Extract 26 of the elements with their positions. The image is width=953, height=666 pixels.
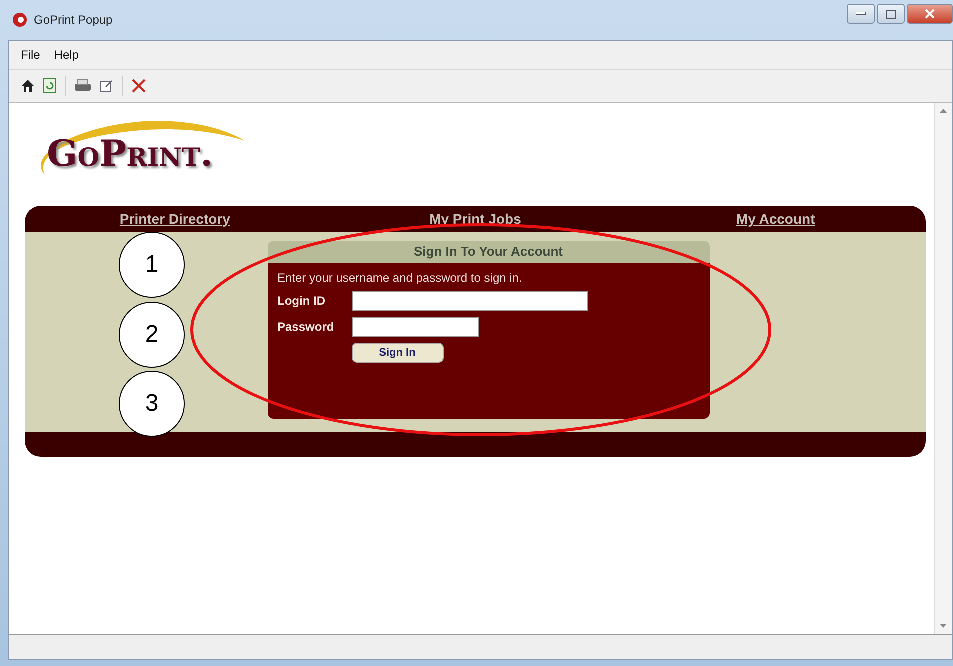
sign-in-title: Sign In To Your Account <box>268 241 710 263</box>
close-icon[interactable] <box>131 78 147 94</box>
window-title: GoPrint Popup <box>34 13 113 27</box>
minimize-button[interactable] <box>847 4 875 24</box>
field-label: Login ID <box>278 294 326 308</box>
app-icon <box>12 12 28 28</box>
sign-in-button[interactable]: Sign In <box>352 343 444 363</box>
minimize-icon <box>856 12 866 16</box>
password-field[interactable] <box>352 317 478 337</box>
close-icon <box>925 9 935 19</box>
home-icon[interactable] <box>21 79 35 93</box>
printer-icon[interactable] <box>74 79 92 93</box>
instructions-text: Enter your username and password to sign in. <box>278 271 524 285</box>
maximize-button[interactable] <box>877 4 905 24</box>
maximize-icon <box>886 10 896 18</box>
edit-icon[interactable] <box>100 79 114 93</box>
menu-item[interactable]: File <box>21 48 40 62</box>
login-id-field[interactable] <box>352 291 588 311</box>
nav-link[interactable]: Printer Directory <box>25 211 326 227</box>
scroll-down-icon[interactable] <box>940 624 947 628</box>
nav-link[interactable]: My Account <box>626 211 926 227</box>
menu-item[interactable]: Help <box>54 48 80 62</box>
close-button[interactable] <box>907 4 953 24</box>
field-label: Password <box>278 320 336 334</box>
scroll-up-icon[interactable] <box>940 109 947 113</box>
refresh-icon[interactable] <box>43 78 57 94</box>
